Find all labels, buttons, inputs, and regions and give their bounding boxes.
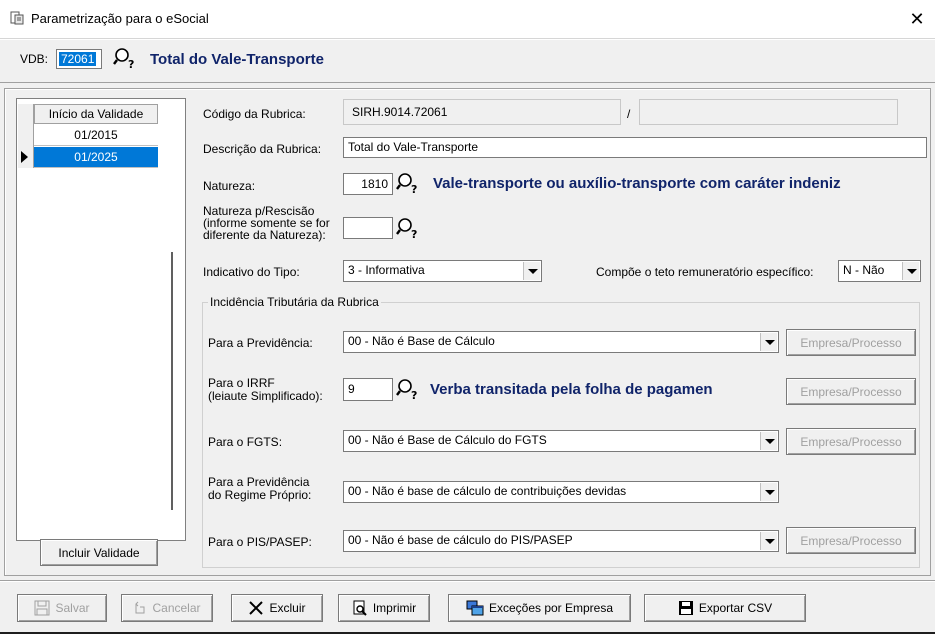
previdencia-select[interactable]: 00 - Não é Base de Cálculo (343, 331, 779, 353)
codigo-field: SIRH.9014.72061 (343, 99, 621, 125)
imprimir-button[interactable]: Imprimir (338, 594, 430, 622)
rpps-select[interactable]: 00 - Não é base de cálculo de contribuiç… (343, 481, 779, 503)
salvar-button[interactable]: Salvar (17, 594, 107, 622)
search-icon[interactable]: ? (396, 172, 420, 196)
codigo-label: Código da Rubrica: (203, 107, 306, 121)
footer-divider (0, 580, 935, 582)
search-icon[interactable]: ? (396, 217, 420, 241)
validity-row-selected[interactable]: 01/2025 (34, 147, 158, 168)
search-icon[interactable]: ? (396, 378, 420, 402)
incidencia-group-title: Incidência Tributária da Rubrica (208, 295, 381, 309)
row-pointer-icon (21, 151, 28, 163)
natureza-description: Vale-transporte ou auxílio-transporte co… (433, 175, 841, 192)
natureza-rescisao-label: Natureza p/Rescisão (informe somente se … (203, 204, 330, 242)
vdb-input[interactable]: 72061 (56, 49, 102, 69)
print-preview-icon (353, 600, 367, 616)
descricao-input[interactable]: Total do Vale-Transporte (343, 137, 927, 158)
incluir-validade-button[interactable]: Incluir Validade (40, 539, 158, 566)
teto-select[interactable]: N - Não (838, 260, 921, 282)
chevron-down-icon[interactable] (760, 532, 777, 550)
window-title: Parametrização para o eSocial (31, 11, 209, 26)
irrf-description: Verba transitada pela folha de pagamen (430, 381, 713, 398)
svg-text:?: ? (411, 183, 417, 194)
grid-header[interactable]: Início da Validade (34, 104, 158, 124)
indicativo-select[interactable]: 3 - Informativa (343, 260, 542, 282)
codigo-field-2 (639, 99, 898, 125)
chevron-down-icon[interactable] (760, 483, 777, 501)
vdb-description: Total do Vale-Transporte (150, 51, 324, 68)
chevron-down-icon[interactable] (760, 432, 777, 450)
excecoes-por-empresa-button[interactable]: Exceções por Empresa (448, 594, 631, 622)
empresa-processo-button-previdencia[interactable]: Empresa/Processo (786, 329, 916, 356)
excluir-button[interactable]: Excluir (231, 594, 323, 622)
natureza-rescisao-input[interactable] (343, 217, 393, 239)
vdb-input-value: 72061 (59, 52, 97, 66)
chevron-down-icon[interactable] (523, 262, 540, 280)
close-icon[interactable]: ✕ (899, 3, 935, 35)
rpps-label: Para a Previdência do Regime Próprio: (208, 475, 312, 502)
empresa-processo-button-irrf[interactable]: Empresa/Processo (786, 378, 916, 405)
validity-row[interactable]: 01/2015 (34, 125, 158, 146)
natureza-input[interactable]: 1810 (343, 173, 393, 195)
search-icon[interactable]: ? (113, 47, 137, 71)
indicativo-label: Indicativo do Tipo: (203, 265, 300, 279)
empresa-processo-button-pis[interactable]: Empresa/Processo (786, 527, 916, 554)
chevron-down-icon[interactable] (902, 262, 919, 280)
previdencia-label: Para a Previdência: (208, 336, 313, 350)
exceptions-windows-icon (466, 600, 484, 616)
fgts-select[interactable]: 00 - Não é Base de Cálculo do FGTS (343, 430, 779, 452)
delete-x-icon (249, 601, 264, 615)
save-icon (34, 600, 50, 616)
svg-text:?: ? (411, 228, 417, 239)
grid-scrollbar[interactable] (171, 252, 173, 510)
teto-label: Compõe o teto remuneratório específico: (596, 265, 814, 279)
pis-select[interactable]: 00 - Não é base de cálculo do PIS/PASEP (343, 530, 779, 552)
irrf-input[interactable]: 9 (343, 378, 393, 401)
natureza-label: Natureza: (203, 179, 256, 193)
chevron-down-icon[interactable] (760, 333, 777, 351)
cancelar-button[interactable]: Cancelar (121, 594, 213, 622)
descricao-label: Descrição da Rubrica: (203, 142, 322, 156)
app-icon (10, 11, 24, 25)
save-disk-icon (678, 601, 693, 615)
exportar-csv-button[interactable]: Exportar CSV (644, 594, 806, 622)
vdb-label: VDB: (20, 52, 49, 66)
fgts-label: Para o FGTS: (208, 435, 283, 449)
svg-text:?: ? (128, 58, 134, 69)
pis-label: Para o PIS/PASEP: (208, 535, 312, 549)
irrf-label: Para o IRRF (leiaute Simplificado): (208, 376, 323, 403)
svg-text:?: ? (411, 389, 417, 400)
header-strip (0, 39, 935, 83)
undo-icon (135, 601, 145, 614)
empresa-processo-button-fgts[interactable]: Empresa/Processo (786, 428, 916, 455)
codigo-separator: / (627, 107, 631, 121)
